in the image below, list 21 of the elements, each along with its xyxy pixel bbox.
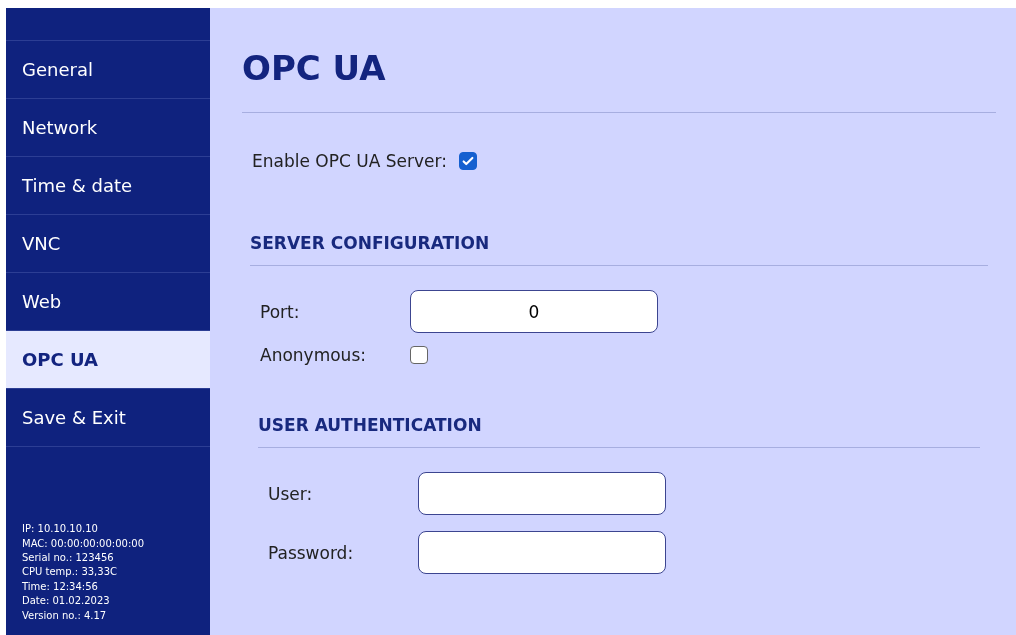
page-title: OPC UA [242, 48, 387, 88]
sidebar-item[interactable]: OPC UA [6, 331, 210, 389]
device-info-text: Time: 12:34:56 [22, 579, 99, 594]
device-info-text: CPU temp.: 33,33C [22, 565, 118, 580]
field-label: User: [267, 483, 314, 504]
section-heading: USER AUTHENTICATION [258, 415, 483, 435]
device-info-text: MAC: 00:00:00:00:00:00 [22, 536, 146, 551]
device-info-text: Version no.: 4.17 [22, 608, 108, 623]
field-label: Enable OPC UA Server: [252, 151, 447, 171]
field-label: Anonymous: [259, 345, 367, 365]
field-label: Password: [267, 542, 355, 563]
device-info-text: Date: 01.02.2023 [22, 594, 111, 609]
field-label: Port: [259, 301, 301, 322]
password-input[interactable] [418, 531, 666, 574]
checkbox[interactable] [458, 152, 477, 170]
port-input[interactable]: 0 [410, 290, 658, 333]
section-heading: SERVER CONFIGURATION [250, 233, 491, 253]
checkbox[interactable] [410, 346, 428, 364]
device-info-text: IP: 10.10.10.10 [22, 522, 99, 537]
user-input[interactable] [418, 472, 666, 515]
device-info-text: Serial no.: 123456 [22, 550, 115, 565]
